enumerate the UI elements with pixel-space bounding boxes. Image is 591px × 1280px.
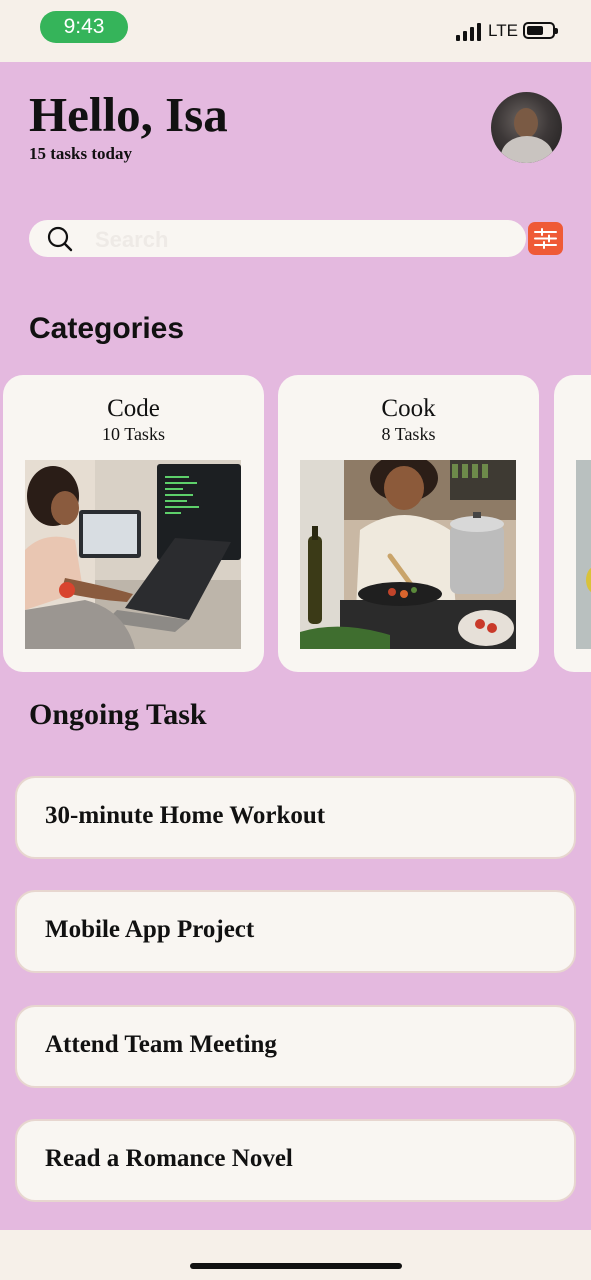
code-photo <box>25 460 241 649</box>
home-screen: Hello, Isa 15 tasks today Categories Cod… <box>0 62 591 1230</box>
home-indicator[interactable] <box>190 1263 402 1269</box>
category-photo <box>576 460 591 649</box>
category-card-code[interactable]: Code 10 Tasks <box>3 375 264 672</box>
task-item[interactable]: Mobile App Project <box>15 890 576 973</box>
status-bar: 9:43 LTE <box>0 0 591 62</box>
task-label: Mobile App Project <box>45 916 255 943</box>
search-bar[interactable] <box>29 220 526 257</box>
ongoing-task-title: Ongoing Task <box>29 698 207 731</box>
task-label: Read a Romance Novel <box>45 1145 293 1172</box>
search-input[interactable] <box>93 223 497 256</box>
task-item[interactable]: 30-minute Home Workout <box>15 776 576 859</box>
category-card-cook[interactable]: Cook 8 Tasks <box>278 375 539 672</box>
bottom-bar <box>0 1230 591 1280</box>
greeting-title: Hello, Isa <box>29 87 228 142</box>
task-count-subtitle: 15 tasks today <box>29 144 132 163</box>
task-label: 30-minute Home Workout <box>45 802 326 829</box>
network-label: LTE <box>488 21 518 40</box>
category-name: Code <box>107 395 160 422</box>
battery-icon <box>523 22 558 39</box>
category-card-partial[interactable] <box>554 375 591 672</box>
task-item[interactable]: Attend Team Meeting <box>15 1005 576 1088</box>
status-time: 9:43 <box>40 11 128 43</box>
filter-button[interactable] <box>528 222 563 255</box>
categories-title: Categories <box>29 312 185 345</box>
signal-icon <box>456 23 482 41</box>
sliders-icon <box>534 228 557 249</box>
category-task-count: 8 Tasks <box>381 424 436 444</box>
cook-photo <box>300 460 516 649</box>
avatar[interactable] <box>491 92 562 163</box>
task-label: Attend Team Meeting <box>45 1031 277 1058</box>
category-name: Cook <box>381 395 436 422</box>
task-item[interactable]: Read a Romance Novel <box>15 1119 576 1202</box>
category-task-count: 10 Tasks <box>102 424 165 444</box>
search-icon <box>47 226 73 252</box>
